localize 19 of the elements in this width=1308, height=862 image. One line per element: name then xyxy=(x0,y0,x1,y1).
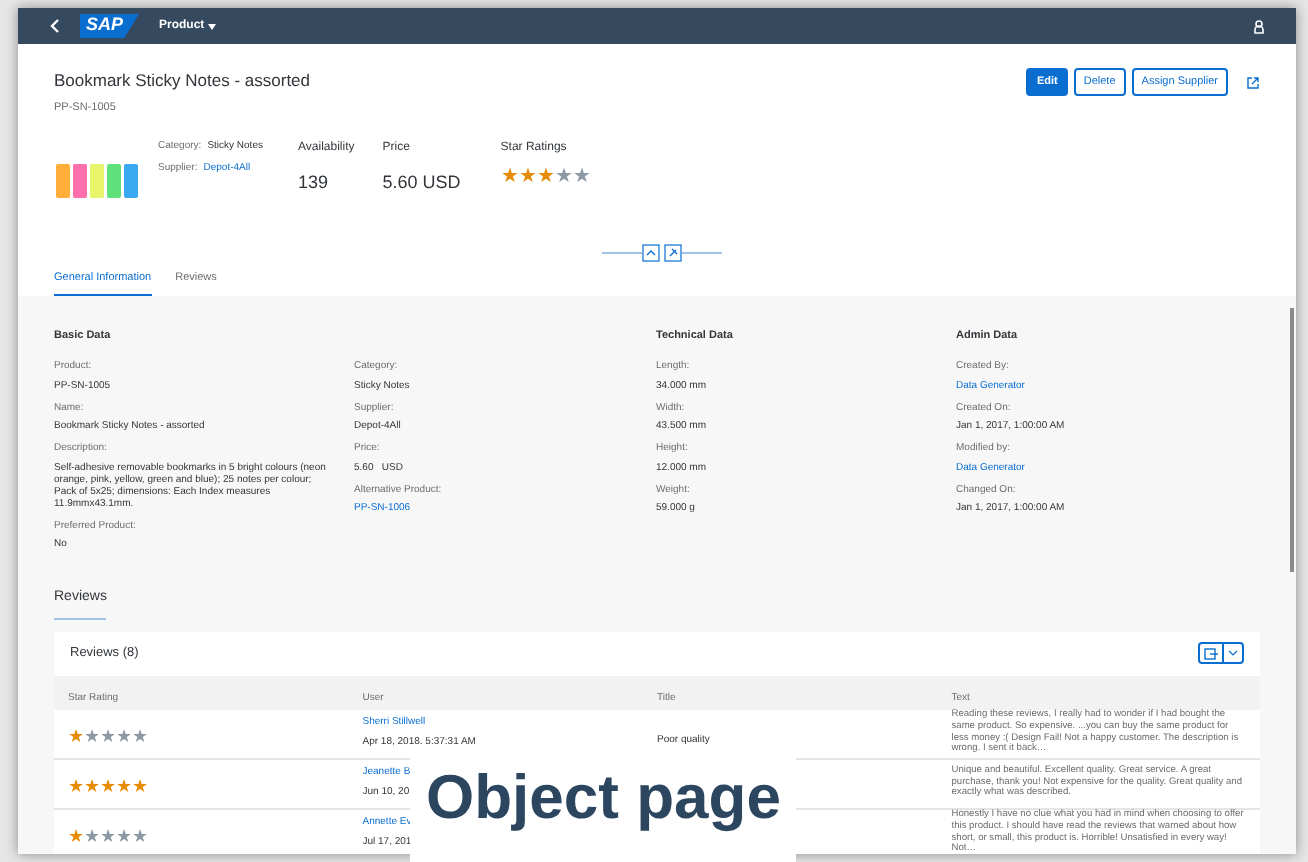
export-icon xyxy=(1204,648,1218,660)
kpi-value: 5.60 USD xyxy=(382,170,461,196)
star-rating: ★★★★★ xyxy=(500,168,591,188)
caption-label: Object page xyxy=(410,744,797,862)
star-rating: ★★★★★ xyxy=(68,727,148,745)
export-button[interactable] xyxy=(1198,642,1244,664)
object-title: Bookmark Sticky Notes - assorted xyxy=(54,68,311,94)
collapse-icon[interactable] xyxy=(642,244,660,262)
back-icon[interactable] xyxy=(50,18,60,34)
kpi-value: 139 xyxy=(298,170,329,196)
share-icon[interactable] xyxy=(1246,75,1260,89)
star-rating: ★★★★★ xyxy=(68,777,148,795)
scrollbar[interactable] xyxy=(1290,308,1294,572)
caret-icon xyxy=(1228,650,1238,656)
pin-icon[interactable] xyxy=(664,244,682,262)
sap-logo: SAP xyxy=(80,14,140,38)
user-icon[interactable] xyxy=(1254,19,1264,33)
caret-icon xyxy=(208,23,217,29)
star-rating: ★★★★★ xyxy=(68,827,148,845)
